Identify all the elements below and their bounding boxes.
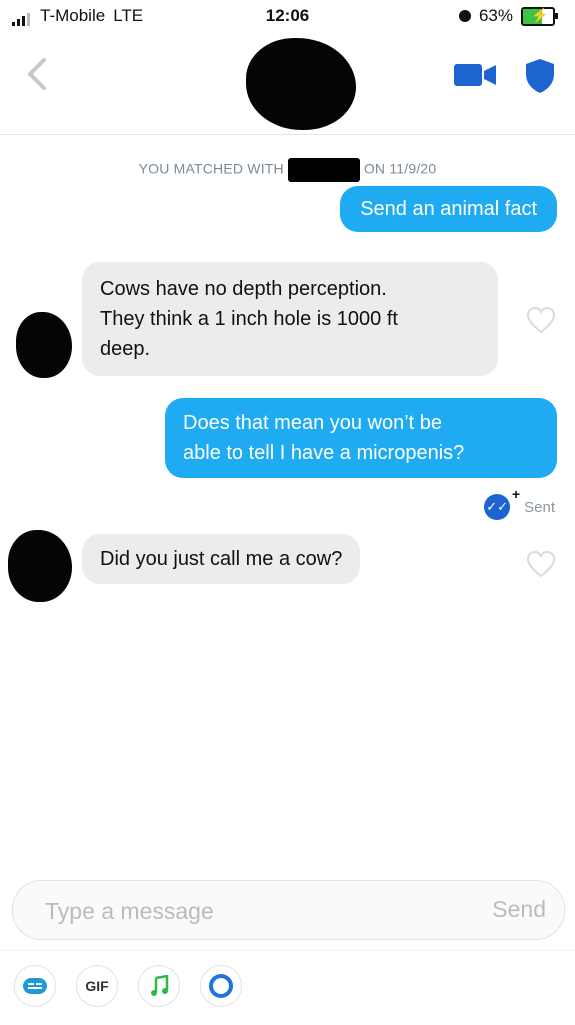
music-button[interactable] [138,965,180,1007]
message-line: able to tell I have a micropenis? [183,442,465,464]
message-line: deep. [100,338,151,360]
sender-avatar[interactable] [8,530,72,602]
message-composer: Send [12,880,565,940]
delivery-status: ✓✓ + Sent [484,486,555,520]
sticker-icon [23,978,47,994]
like-heart-icon[interactable] [526,306,556,334]
message-text: Did you just call me a cow? [100,548,343,570]
match-notice: YOU MATCHED WITH ON 11/9/20 [0,158,575,182]
sticker-button[interactable] [14,965,56,1007]
gif-label: GIF [85,978,109,994]
safety-shield-icon[interactable] [524,58,556,94]
message-line: Does that mean you won’t be [183,412,443,434]
send-button[interactable]: Send [492,896,546,923]
message-text: Send an animal fact [360,198,537,220]
ring-icon [209,974,233,998]
gif-button[interactable]: GIF [76,965,118,1007]
match-date: ON 11/9/20 [363,160,437,177]
battery-percent: 63% [478,6,513,25]
read-receipt-icon[interactable]: ✓✓ + [484,486,520,520]
sent-label: Sent [524,498,555,516]
match-avatar[interactable] [246,38,356,130]
match-prefix: YOU MATCHED WITH [138,160,284,177]
back-arrow-icon[interactable] [20,54,56,94]
message-line: They think a 1 inch hole is 1000 ft [100,308,398,330]
message-bubble-sent[interactable]: Send an animal fact [340,186,557,232]
composer-toolbar: GIF [0,950,575,1025]
message-bubble-received[interactable]: Did you just call me a cow? [82,534,361,584]
sender-avatar[interactable] [16,312,72,378]
battery-icon: ⚡ [521,6,558,26]
message-bubble-received[interactable]: Cows have no depth perception. They thin… [82,262,498,376]
bitmoji-button[interactable] [200,965,242,1007]
redacted-name [287,158,360,182]
message-bubble-sent[interactable]: Does that mean you won’t be able to tell… [165,398,557,478]
message-line: Cows have no depth perception. [100,278,387,300]
video-call-icon[interactable] [454,62,498,88]
like-heart-icon[interactable] [526,550,556,578]
message-input[interactable] [43,895,427,927]
status-bar: T-Mobile LTE 12:06 63% ⚡ [0,0,575,34]
alarm-icon [458,10,471,22]
status-right: 63% ⚡ [458,6,558,26]
music-note-icon [151,975,169,996]
chat-header [0,34,575,135]
